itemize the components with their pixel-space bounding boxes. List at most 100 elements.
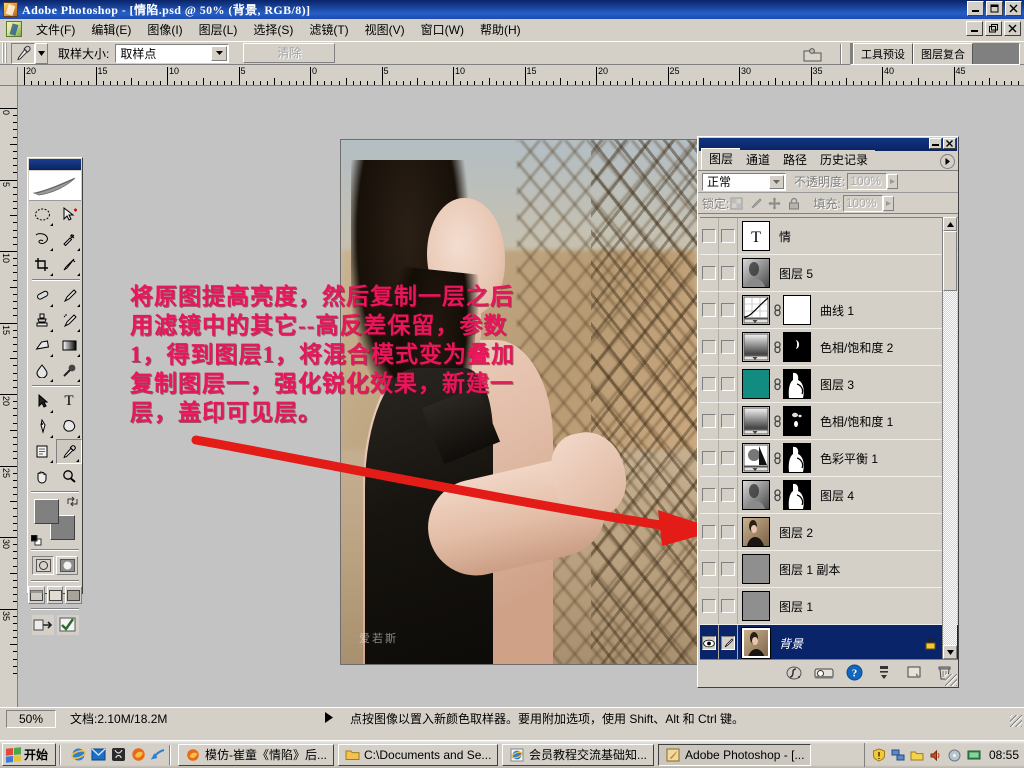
layer-row[interactable]: 图层 3	[700, 366, 958, 403]
lasso-tool[interactable]	[29, 227, 55, 252]
layer-mask-thumbnail[interactable]	[783, 369, 811, 399]
layer-link-toggle[interactable]	[719, 218, 738, 254]
start-button[interactable]: 开始	[2, 743, 57, 766]
layers-list[interactable]: T 情图层 5 曲线 1 色相/饱和度 2 图层 3 色相/饱和度 1 色彩平衡 1 图层 4…	[700, 217, 958, 659]
jump-to-check-icon[interactable]	[56, 615, 79, 635]
layer-visibility-toggle[interactable]	[700, 440, 719, 476]
healing-brush-tool[interactable]	[29, 283, 55, 308]
full-screen-menubar-mode-button[interactable]	[46, 586, 64, 604]
outlook-express-icon[interactable]	[90, 747, 106, 763]
tab-tool-presets[interactable]: 工具预设	[853, 43, 913, 64]
doc-restore-icon[interactable]	[985, 21, 1002, 36]
layer-link-toggle[interactable]	[719, 366, 738, 402]
brush-tool[interactable]	[56, 283, 82, 308]
blur-tool[interactable]	[29, 358, 55, 383]
shape-tool[interactable]	[56, 414, 82, 439]
tab-channels[interactable]: 通道	[739, 150, 778, 170]
palette-resize-grip[interactable]	[945, 674, 957, 686]
fill-slider-arrow-icon[interactable]	[882, 195, 894, 211]
history-brush-tool[interactable]	[56, 308, 82, 333]
standard-screen-mode-button[interactable]	[28, 586, 45, 604]
clear-button[interactable]: 清除	[243, 43, 336, 63]
file-browser-icon[interactable]	[802, 44, 824, 64]
folder-share-icon[interactable]	[909, 747, 925, 763]
layer-link-toggle[interactable]	[719, 329, 738, 365]
layer-row[interactable]: 图层 1	[700, 588, 958, 625]
path-selection-tool[interactable]	[29, 389, 55, 414]
layer-thumbnail[interactable]	[742, 517, 770, 547]
marquee-tool[interactable]	[29, 202, 55, 227]
layer-row[interactable]: 色彩平衡 1	[700, 440, 958, 477]
crop-tool[interactable]	[29, 252, 55, 277]
clone-stamp-tool[interactable]	[29, 308, 55, 333]
slice-tool[interactable]	[56, 252, 82, 277]
menu-window[interactable]: 窗口(W)	[413, 19, 472, 40]
lock-position-icon[interactable]	[767, 196, 782, 211]
link-chain-icon[interactable]	[772, 444, 783, 472]
zoom-tool[interactable]	[56, 464, 82, 489]
layer-mask-thumbnail[interactable]	[783, 480, 811, 510]
gradient-tool[interactable]	[56, 333, 82, 358]
layer-visibility-toggle[interactable]	[700, 514, 719, 550]
menu-edit[interactable]: 编辑(E)	[83, 19, 139, 40]
eraser-tool[interactable]	[29, 333, 55, 358]
layer-link-toggle[interactable]	[719, 255, 738, 291]
menu-filter[interactable]: 滤镜(T)	[301, 19, 356, 40]
desktop-icon[interactable]	[150, 747, 166, 763]
eyedropper-tool[interactable]	[56, 439, 82, 464]
menu-help[interactable]: 帮助(H)	[472, 19, 529, 40]
horizontal-ruler[interactable]: 20 15 10 5 0 5 10 15 20 25 30 35 40 45	[18, 67, 1024, 86]
quick-mask-mode-button[interactable]	[56, 556, 78, 575]
palette-minimize-icon[interactable]	[929, 138, 942, 149]
layer-mask-thumbnail[interactable]	[783, 443, 811, 473]
swap-colors-icon[interactable]	[67, 496, 78, 510]
tool-preset-dropdown[interactable]	[35, 42, 48, 64]
eyedropper-icon[interactable]	[11, 42, 35, 64]
tab-layer-comps[interactable]: 图层复合	[913, 43, 973, 64]
layer-visibility-toggle[interactable]	[700, 588, 719, 624]
jump-to-imageready-icon[interactable]	[31, 615, 54, 635]
blend-mode-select[interactable]: 正常	[702, 172, 786, 191]
layer-thumbnail[interactable]	[742, 480, 770, 510]
layer-visibility-toggle[interactable]	[700, 329, 719, 365]
layer-link-toggle[interactable]	[719, 440, 738, 476]
layer-thumbnail[interactable]	[742, 554, 770, 584]
ruler-corner[interactable]	[0, 67, 18, 86]
scroll-down-button[interactable]	[943, 645, 957, 659]
menu-select[interactable]: 选择(S)	[245, 19, 301, 40]
cd-icon[interactable]	[947, 747, 963, 763]
foreground-color-swatch[interactable]	[34, 499, 59, 524]
dodge-tool[interactable]	[56, 358, 82, 383]
layer-link-toggle[interactable]	[719, 551, 738, 587]
layer-link-toggle[interactable]	[719, 477, 738, 513]
layer-visibility-toggle[interactable]	[700, 366, 719, 402]
layer-row[interactable]: 图层 5	[700, 255, 958, 292]
notes-tool[interactable]	[29, 439, 55, 464]
scroll-up-button[interactable]	[943, 217, 957, 231]
internet-explorer-icon[interactable]	[70, 747, 86, 763]
menu-image[interactable]: 图像(I)	[139, 19, 190, 40]
layer-visibility-toggle[interactable]	[700, 477, 719, 513]
layer-visibility-toggle[interactable]	[700, 403, 719, 439]
layer-mask-thumbnail[interactable]	[783, 332, 811, 362]
link-chain-icon[interactable]	[772, 481, 783, 509]
media-player-icon[interactable]	[110, 747, 126, 763]
layer-mask-button[interactable]	[814, 663, 834, 683]
doc-close-icon[interactable]	[1004, 21, 1021, 36]
menu-view[interactable]: 视图(V)	[357, 19, 413, 40]
layer-visibility-toggle[interactable]	[700, 625, 719, 659]
link-chain-icon[interactable]	[772, 407, 783, 435]
tab-history[interactable]: 历史记录	[813, 150, 876, 170]
hand-tool[interactable]	[29, 464, 55, 489]
scrollbar-track[interactable]	[943, 231, 957, 645]
layer-row[interactable]: T情	[700, 218, 958, 255]
lock-all-icon[interactable]	[786, 196, 801, 211]
layer-visibility-toggle[interactable]	[700, 551, 719, 587]
layer-thumbnail[interactable]: T	[742, 221, 770, 251]
layer-link-toggle[interactable]	[719, 625, 738, 659]
layers-scrollbar[interactable]	[942, 217, 957, 659]
opacity-slider-arrow-icon[interactable]	[887, 174, 899, 189]
chevron-down-icon[interactable]	[211, 45, 228, 61]
sample-size-select[interactable]: 取样点	[115, 43, 230, 63]
layer-mask-thumbnail[interactable]	[783, 295, 811, 325]
